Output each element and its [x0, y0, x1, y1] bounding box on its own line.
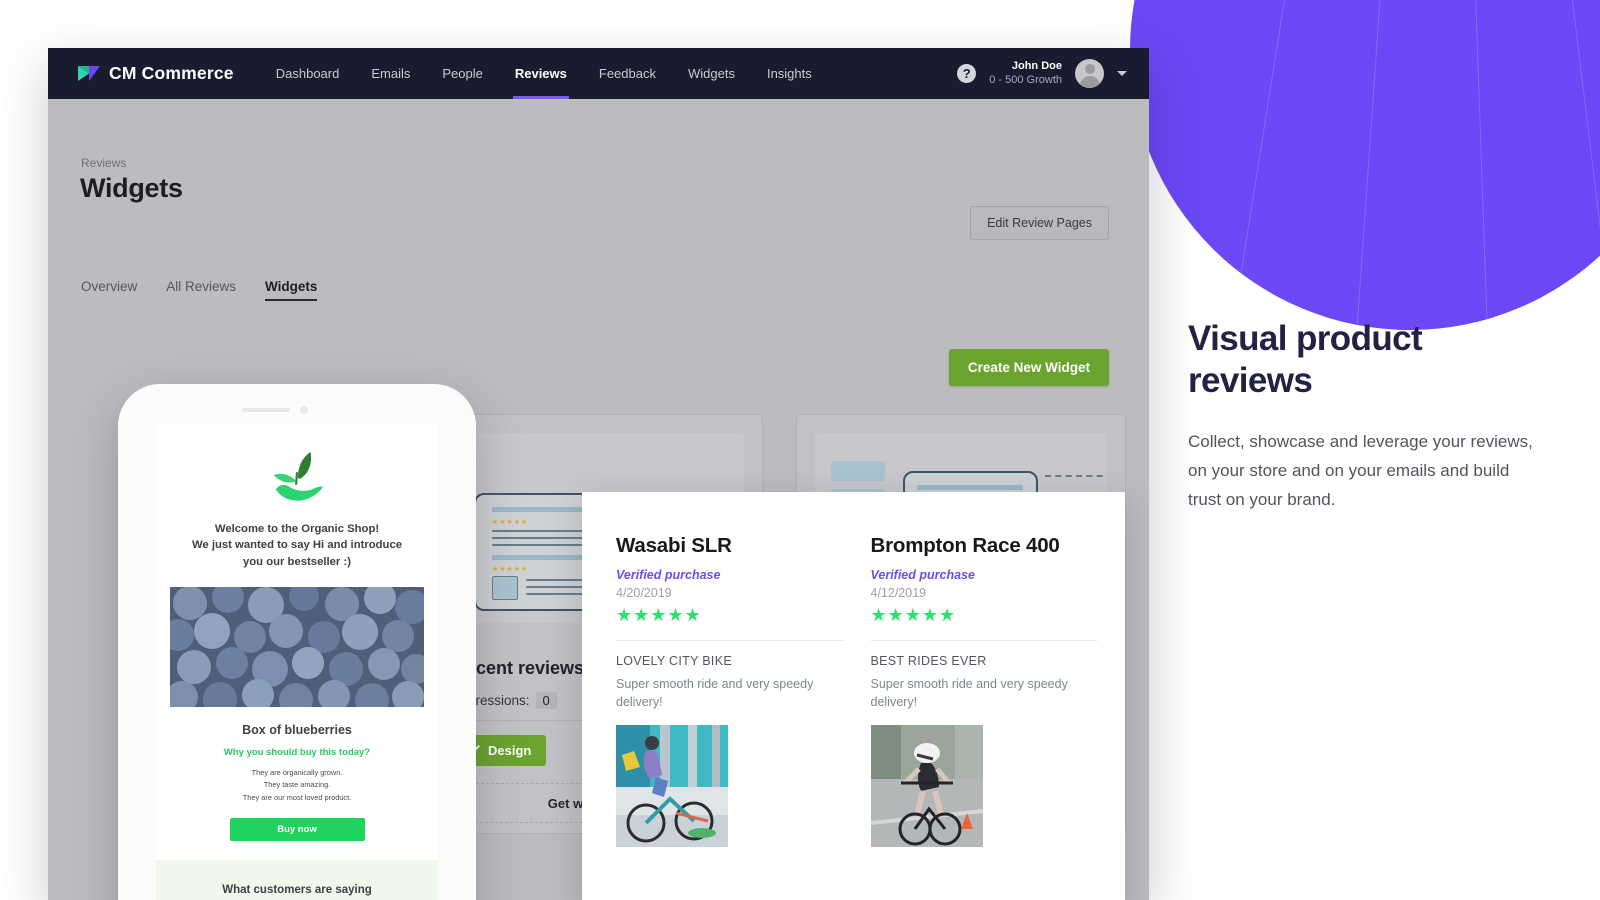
breadcrumb: Reviews	[81, 156, 127, 170]
nav-item-emails[interactable]: Emails	[355, 48, 426, 99]
bullet-2: They taste amazing.	[263, 780, 331, 790]
cm-commerce-logo-icon	[78, 66, 100, 81]
design-button-label: Design	[488, 743, 532, 758]
purple-blob-decoration	[1130, 0, 1600, 330]
review-date: 4/12/2019	[870, 586, 927, 600]
user-name: John Doe	[1011, 59, 1062, 72]
bullet-1: They are organically grown.	[251, 768, 343, 778]
phone-mockup: Welcome to the Organic Shop! We just wan…	[118, 384, 476, 900]
nav-item-widgets[interactable]: Widgets	[672, 48, 751, 99]
review-body: Super smooth ride and very speedy delive…	[870, 676, 1068, 709]
review-headline: LOVELY CITY BIKE	[616, 653, 732, 668]
review-widget-preview-popup: Wasabi SLR Verified purchase 4/20/2019 ★…	[582, 492, 1125, 900]
nav-right-group: ? John Doe 0 - 500 Growth	[957, 59, 1127, 88]
review-cards-container: Wasabi SLR Verified purchase 4/20/2019 ★…	[582, 492, 1125, 848]
product-name: Box of blueberries	[242, 723, 352, 738]
verified-purchase-badge: Verified purchase	[870, 568, 975, 582]
welcome-line-3: you our bestseller :)	[243, 555, 351, 568]
phone-camera-icon	[300, 406, 308, 414]
page-tabs: Overview All Reviews Widgets	[81, 279, 318, 301]
welcome-line-2: We just wanted to say Hi and introduce	[191, 539, 403, 552]
review-date: 4/20/2019	[616, 586, 672, 600]
buy-now-button[interactable]: Buy now	[229, 817, 365, 841]
review-body: Super smooth ride and very speedy delive…	[616, 676, 814, 709]
why-buy-heading: Why you should buy this today?	[223, 747, 371, 759]
page-title: Widgets	[80, 173, 183, 203]
promo-title: Visual product reviews	[1188, 319, 1423, 400]
band-title: What customers are saying about our prod…	[170, 882, 424, 900]
bullet-3: They are our most loved product.	[242, 792, 352, 802]
brand-logo[interactable]: CM Commerce	[78, 63, 234, 84]
avatar[interactable]	[1075, 59, 1104, 88]
nav-item-feedback[interactable]: Feedback	[583, 48, 672, 99]
plant-in-hand-icon	[273, 451, 324, 501]
app-window: CM Commerce Dashboard Emails People Revi…	[48, 48, 1149, 900]
review-star-rating: ★★★★★	[870, 605, 957, 625]
tab-widgets[interactable]: Widgets	[265, 279, 318, 301]
nav-item-insights[interactable]: Insights	[751, 48, 828, 99]
nav-item-dashboard[interactable]: Dashboard	[260, 48, 356, 99]
chevron-down-icon[interactable]	[1117, 71, 1127, 76]
promo-body: Collect, showcase and leverage your revi…	[1188, 432, 1533, 509]
impressions-value: 0	[535, 692, 557, 709]
nav-item-reviews[interactable]: Reviews	[499, 48, 583, 99]
blueberries-image	[170, 587, 424, 708]
band-title-line-1: What customers are saying	[222, 883, 372, 896]
nav-items: Dashboard Emails People Reviews Feedback…	[260, 48, 828, 99]
promo-panel: Visual product reviews Collect, showcase…	[1188, 318, 1536, 515]
phone-speaker-icon	[242, 408, 290, 412]
user-info: John Doe 0 - 500 Growth	[989, 60, 1062, 88]
screenshot-root: CM Commerce Dashboard Emails People Revi…	[0, 0, 1600, 900]
welcome-line-1: Welcome to the Organic Shop!	[214, 523, 380, 535]
review-product-name: Wasabi SLR	[616, 534, 732, 557]
review-headline: BEST RIDES EVER	[870, 653, 987, 668]
user-plan: 0 - 500 Growth	[989, 73, 1062, 86]
create-new-widget-button[interactable]: Create New Widget	[948, 349, 1109, 386]
nav-item-people[interactable]: People	[426, 48, 498, 99]
help-icon[interactable]: ?	[957, 64, 977, 83]
product-bullets: They are organically grown. They taste a…	[156, 767, 438, 804]
tab-all-reviews[interactable]: All Reviews	[166, 279, 236, 301]
review-star-rating: ★★★★★	[616, 605, 702, 625]
phone-welcome-text: Welcome to the Organic Shop! We just wan…	[170, 521, 424, 570]
review-product-name: Brompton Race 400	[870, 534, 1060, 557]
brand-name: CM Commerce	[109, 63, 234, 83]
verified-purchase-badge: Verified purchase	[616, 568, 721, 582]
phone-screen: Welcome to the Organic Shop! We just wan…	[156, 425, 438, 900]
top-navigation-bar: CM Commerce Dashboard Emails People Revi…	[48, 48, 1149, 99]
divider	[870, 639, 1097, 641]
review-card: Wasabi SLR Verified purchase 4/20/2019 ★…	[616, 534, 843, 848]
edit-review-pages-button[interactable]: Edit Review Pages	[970, 206, 1109, 240]
review-card: Brompton Race 400 Verified purchase 4/12…	[870, 534, 1097, 848]
tab-overview[interactable]: Overview	[81, 279, 137, 301]
page-body: Reviews Widgets Edit Review Pages Overvi…	[48, 99, 1149, 900]
review-photo	[870, 725, 983, 848]
customer-reviews-band: What customers are saying about our prod…	[156, 859, 438, 900]
divider	[616, 639, 843, 641]
review-photo	[616, 725, 728, 848]
